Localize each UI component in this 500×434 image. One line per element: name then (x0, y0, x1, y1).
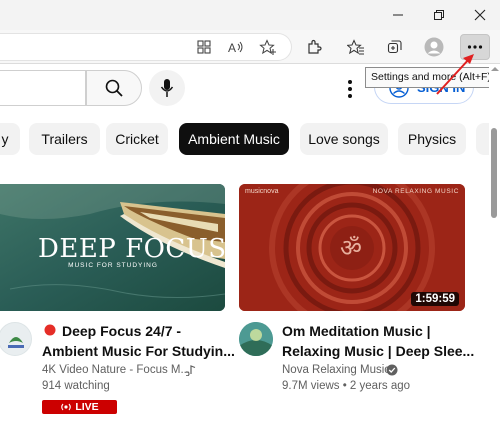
collections-button[interactable] (381, 34, 409, 60)
more-icon (467, 45, 483, 49)
video-title-line2[interactable]: Relaxing Music | Deep Slee... (282, 341, 474, 361)
window-titlebar (0, 0, 500, 30)
thumbnail-brand-logo: musicnova (245, 188, 279, 195)
channel-avatar[interactable] (239, 322, 273, 356)
verified-icon (386, 364, 398, 376)
music-note-icon (186, 365, 196, 376)
split-screen-icon (197, 40, 211, 54)
restore-button[interactable] (421, 0, 457, 30)
collections-icon (387, 40, 402, 54)
settings-and-more-button[interactable] (460, 34, 490, 60)
youtube-menu-button[interactable] (342, 78, 358, 100)
chip-physics[interactable]: Physics (398, 123, 466, 155)
channel-avatar[interactable] (0, 322, 32, 356)
chip-partial[interactable]: y (0, 123, 20, 155)
profile-button[interactable] (420, 34, 448, 60)
thumbnail-subtitle: MUSIC FOR STUDYING (68, 262, 158, 269)
duration-badge: 1:59:59 (411, 292, 459, 306)
add-favorite-button[interactable] (254, 34, 282, 60)
view-count: 9.7M views • 2 years ago (282, 380, 411, 392)
svg-text:A: A (228, 41, 236, 55)
restore-icon (434, 10, 444, 20)
search-input[interactable] (0, 70, 86, 106)
scrollbar-track[interactable] (489, 64, 500, 434)
viewer-count: 914 watching (42, 380, 110, 392)
video-title[interactable]: Om Meditation Music | (282, 321, 431, 341)
read-aloud-icon: A (228, 41, 243, 55)
chip-love-songs[interactable]: Love songs (300, 123, 388, 155)
extensions-icon (308, 39, 322, 54)
favorites-button[interactable] (342, 34, 370, 60)
close-icon (474, 9, 486, 21)
thumbnail-brand-label: NOVA RELAXING MUSIC (372, 188, 459, 195)
live-badge: LIVE (42, 400, 117, 414)
close-button[interactable] (462, 0, 498, 30)
chip-trailers[interactable]: Trailers (29, 123, 100, 155)
favorites-icon (347, 39, 364, 55)
minimize-button[interactable] (380, 0, 416, 30)
voice-search-button[interactable] (149, 70, 185, 106)
channel-name[interactable]: Nova Relaxing Music (282, 364, 390, 376)
scrollbar-thumb[interactable] (491, 128, 497, 218)
channel-name[interactable]: 4K Video Nature - Focus M... (42, 364, 190, 376)
svg-text:ॐ: ॐ (340, 234, 362, 262)
chip-cricket[interactable]: Cricket (106, 123, 168, 155)
channel-logo-icon (8, 337, 24, 348)
thumbnail-title: DEEP FOCUS (38, 234, 225, 264)
live-signal-icon (61, 403, 72, 411)
scroll-up-icon (491, 67, 499, 71)
browser-toolbar: A (0, 30, 500, 64)
video-thumbnail[interactable]: ॐ musicnova NOVA RELAXING MUSIC 1:59:59 (239, 184, 465, 311)
video-thumbnail[interactable]: DEEP FOCUS MUSIC FOR STUDYING (0, 184, 225, 311)
live-dot-icon (44, 324, 56, 336)
microphone-icon (160, 79, 174, 97)
profile-icon (424, 37, 444, 57)
read-aloud-button[interactable]: A (222, 34, 250, 60)
search-button[interactable] (86, 70, 142, 106)
video-title[interactable]: Deep Focus 24/7 - (62, 321, 181, 341)
split-screen-button[interactable] (190, 34, 218, 60)
search-icon (105, 79, 123, 97)
address-bar[interactable]: A (0, 33, 292, 61)
settings-tooltip: Settings and more (Alt+F) (365, 67, 498, 88)
add-favorite-icon (259, 39, 276, 55)
extensions-button[interactable] (300, 34, 328, 60)
channel-logo-icon (239, 322, 273, 356)
chip-ambient-music[interactable]: Ambient Music (179, 123, 289, 155)
minimize-icon (393, 14, 403, 16)
video-title-line2[interactable]: Ambient Music For Studyin... (42, 341, 235, 361)
